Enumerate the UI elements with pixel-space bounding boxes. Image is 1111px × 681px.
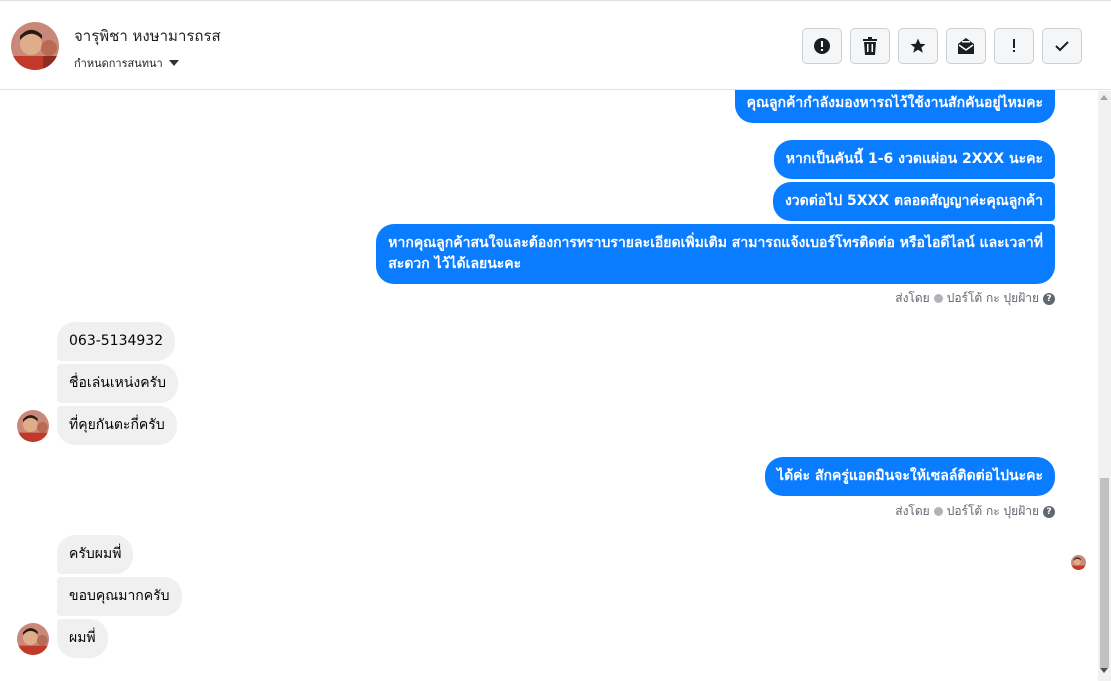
message-outgoing: หากเป็นคันนี้ 1-6 งวดแผ่อน 2XXX นะคะ bbox=[773, 140, 1055, 179]
sent-by-agent: ปอร์โต้ กะ ปุยฝ้าย bbox=[946, 504, 1039, 518]
message-incoming: ครับผมพี่ bbox=[57, 535, 134, 574]
scrollbar[interactable] bbox=[1098, 91, 1111, 681]
seen-indicator-avatar bbox=[1071, 555, 1086, 570]
exclamation-icon bbox=[1013, 39, 1015, 52]
scroll-up-arrow-icon[interactable] bbox=[1100, 95, 1108, 100]
message-outgoing: หากคุณลูกค้าสนใจและต้องการทราบรายละเอียด… bbox=[376, 224, 1055, 284]
sent-by-text: ส่งโดย bbox=[895, 504, 930, 518]
verified-icon bbox=[933, 507, 943, 516]
mail-open-icon bbox=[958, 38, 974, 54]
sent-by-label: ส่งโดย ปอร์โต้ กะ ปุยฝ้าย ? bbox=[895, 502, 1055, 521]
sender-avatar[interactable] bbox=[17, 410, 49, 442]
message-outgoing: คุณลูกค้ากำลังมองหารถไว้ใช้งานสักคันอยู่… bbox=[734, 90, 1055, 123]
delete-button[interactable] bbox=[850, 28, 890, 64]
sent-by-text: ส่งโดย bbox=[895, 291, 930, 305]
scrollbar-thumb[interactable] bbox=[1100, 478, 1109, 668]
conversation-header: จารุพิชา หงษามารถรส กำหนดการสนทนา bbox=[0, 0, 1111, 90]
message-line: หากคุณลูกค้าสนใจและต้องการทราบรายละเอียด… bbox=[388, 235, 1043, 251]
contact-avatar[interactable] bbox=[11, 22, 59, 70]
star-button[interactable] bbox=[898, 28, 938, 64]
caret-down-icon bbox=[168, 60, 179, 66]
help-icon[interactable]: ? bbox=[1043, 292, 1055, 305]
star-icon bbox=[910, 38, 926, 53]
message-outgoing: ได้ค่ะ สักครู่แอดมินจะให้เซลล์ติดต่อไปนะ… bbox=[765, 457, 1055, 496]
mark-important-button[interactable] bbox=[994, 28, 1034, 64]
report-spam-button[interactable] bbox=[802, 28, 842, 64]
message-incoming: ผมพี่ bbox=[57, 619, 108, 658]
conversation-settings-dropdown[interactable]: กำหนดการสนทนา bbox=[74, 54, 179, 72]
message-line: สะดวก ไว้ได้เลยนะคะ bbox=[388, 256, 522, 272]
message-incoming: 063-5134932 bbox=[57, 322, 176, 361]
mark-done-button[interactable] bbox=[1042, 28, 1082, 64]
trash-icon bbox=[863, 37, 877, 55]
scroll-down-arrow-icon[interactable] bbox=[1100, 668, 1108, 673]
sender-avatar[interactable] bbox=[17, 623, 49, 655]
conversation-settings-label: กำหนดการสนทนา bbox=[74, 57, 163, 70]
mark-unread-button[interactable] bbox=[946, 28, 986, 64]
sent-by-agent: ปอร์โต้ กะ ปุยฝ้าย bbox=[946, 291, 1039, 305]
alert-circle-icon bbox=[814, 38, 830, 54]
contact-name: จารุพิชา หงษามารถรส bbox=[74, 27, 221, 45]
check-icon bbox=[1055, 41, 1069, 52]
message-incoming: ชื่อเล่นเหน่งครับ bbox=[57, 364, 179, 403]
message-incoming: ที่คุยกันตะกี่ครับ bbox=[57, 406, 177, 445]
message-outgoing: งวดต่อไป 5XXX ตลอดสัญญาค่ะคุณลูกค้า bbox=[772, 182, 1055, 221]
message-incoming: ขอบคุณมากครับ bbox=[57, 577, 182, 616]
help-icon[interactable]: ? bbox=[1043, 505, 1055, 518]
sent-by-label: ส่งโดย ปอร์โต้ กะ ปุยฝ้าย ? bbox=[895, 289, 1055, 308]
message-thread: คุณลูกค้ากำลังมองหารถไว้ใช้งานสักคันอยู่… bbox=[0, 90, 1098, 681]
verified-icon bbox=[933, 294, 943, 303]
